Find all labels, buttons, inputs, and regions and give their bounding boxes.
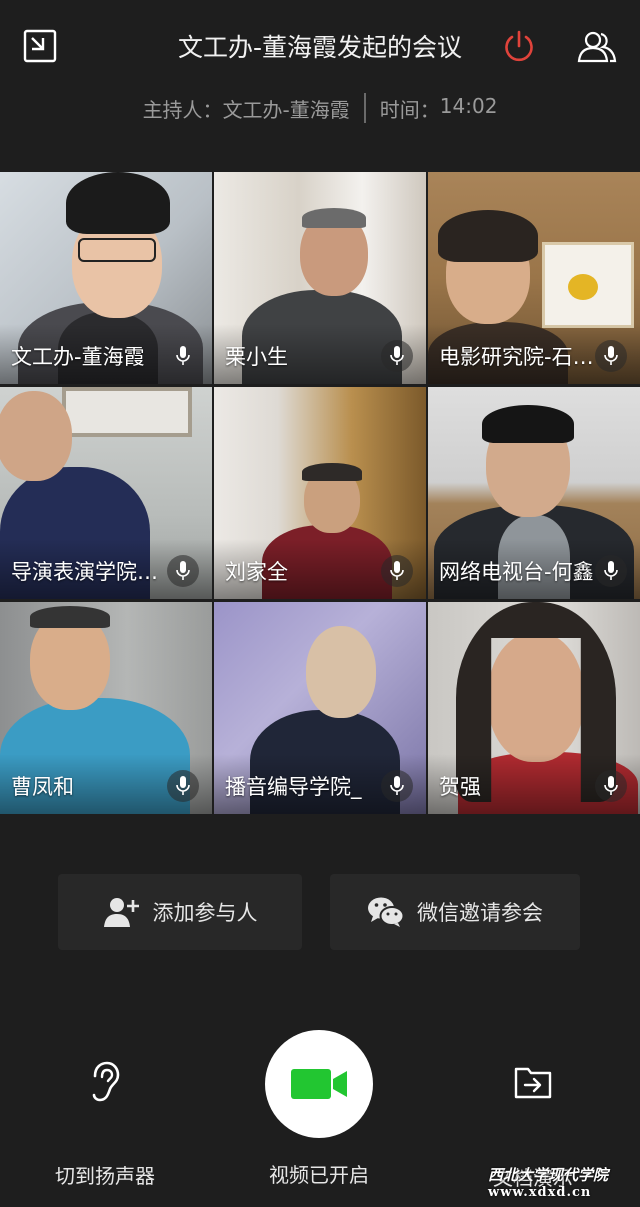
participant-tile[interactable]: 网络电视台-何鑫 bbox=[428, 387, 640, 599]
participant-tile[interactable]: 曹凤和 bbox=[0, 602, 212, 814]
microphone-icon bbox=[390, 561, 404, 580]
time-value: 14:02 bbox=[439, 93, 498, 118]
participant-tile[interactable]: 电影研究院-石… bbox=[428, 172, 640, 384]
members-icon bbox=[577, 31, 617, 63]
wechat-invite-button[interactable]: 微信邀请参会 bbox=[330, 874, 580, 950]
participant-name: 导演表演学院… bbox=[11, 560, 158, 584]
time-label: 时间： bbox=[379, 97, 440, 122]
watermark-url: www.xdxd.cn bbox=[488, 1185, 592, 1200]
mic-status bbox=[595, 555, 627, 587]
participant-tile[interactable]: 文工办-董海霞 bbox=[0, 172, 212, 384]
microphone-icon bbox=[176, 346, 190, 365]
wechat-invite-label: 微信邀请参会 bbox=[417, 901, 543, 925]
toggle-video-button[interactable]: 视频已开启 bbox=[250, 1030, 388, 1188]
end-meeting-button[interactable] bbox=[500, 28, 538, 66]
participant-name: 文工办-董海霞 bbox=[11, 345, 145, 369]
switch-speaker-label: 切到扬声器 bbox=[55, 1164, 155, 1188]
power-icon bbox=[505, 30, 533, 62]
participant-tile[interactable]: 栗小生 bbox=[214, 172, 426, 384]
wechat-icon bbox=[368, 897, 405, 927]
mic-status bbox=[381, 555, 413, 587]
microphone-icon bbox=[390, 776, 404, 795]
microphone-icon bbox=[176, 561, 190, 580]
video-grid: 文工办-董海霞 栗小生 电影研究院-石… 导演表演学院… 刘家全 网络电视台-何… bbox=[0, 172, 640, 814]
mic-status bbox=[595, 770, 627, 802]
microphone-icon bbox=[604, 346, 618, 365]
participant-tile[interactable]: 刘家全 bbox=[214, 387, 426, 599]
participant-name: 播音编导学院_ bbox=[225, 775, 362, 799]
participant-name: 电影研究院-石… bbox=[439, 345, 594, 369]
add-participant-label: 添加参与人 bbox=[152, 901, 258, 925]
mic-status bbox=[167, 555, 199, 587]
host-label: 主持人： bbox=[142, 97, 223, 122]
toggle-video-label: 视频已开启 bbox=[269, 1163, 369, 1187]
meeting-screen: 文工办-董海霞发起的会议 主持人： 文工办-董海霞 时间： 14:02 文工办-… bbox=[0, 0, 640, 1207]
mic-status bbox=[167, 340, 199, 372]
microphone-icon bbox=[176, 776, 190, 795]
add-participant-button[interactable]: 添加参与人 bbox=[58, 874, 302, 950]
watermark-text: 西北大学现代学院 bbox=[488, 1166, 609, 1184]
participant-name: 曹凤和 bbox=[11, 775, 74, 799]
minimize-button[interactable] bbox=[22, 28, 58, 64]
mic-status bbox=[167, 770, 199, 802]
folder-share-icon bbox=[514, 1067, 552, 1099]
host-name: 文工办-董海霞 bbox=[222, 97, 350, 122]
ear-icon bbox=[92, 1061, 120, 1102]
mic-status bbox=[595, 340, 627, 372]
meeting-info-bar: 主持人： 文工办-董海霞 时间： 14:02 bbox=[0, 90, 640, 126]
participant-name: 刘家全 bbox=[225, 560, 288, 584]
members-button[interactable] bbox=[576, 27, 618, 67]
add-user-icon bbox=[103, 898, 139, 927]
school-watermark: 西北大学现代学院 www.xdxd.cn bbox=[488, 1166, 640, 1207]
switch-speaker-button[interactable]: 切到扬声器 bbox=[40, 1060, 170, 1189]
info-divider bbox=[363, 93, 366, 123]
meeting-header: 文工办-董海霞发起的会议 bbox=[0, 0, 640, 95]
mic-status bbox=[381, 770, 413, 802]
minimize-window-icon bbox=[23, 29, 57, 63]
mic-status bbox=[381, 340, 413, 372]
participant-tile[interactable]: 导演表演学院… bbox=[0, 387, 212, 599]
participant-tile[interactable]: 贺强 bbox=[428, 602, 640, 814]
participant-name: 贺强 bbox=[439, 775, 481, 799]
meeting-title: 文工办-董海霞发起的会议 bbox=[177, 33, 463, 62]
participant-name: 网络电视台-何鑫 bbox=[439, 560, 594, 584]
microphone-icon bbox=[604, 776, 618, 795]
video-toggle-circle[interactable] bbox=[265, 1030, 373, 1138]
video-camera-icon bbox=[291, 1069, 347, 1099]
microphone-icon bbox=[390, 346, 404, 365]
microphone-icon bbox=[604, 561, 618, 580]
participant-tile[interactable]: 播音编导学院_ bbox=[214, 602, 426, 814]
participant-name: 栗小生 bbox=[225, 345, 288, 369]
